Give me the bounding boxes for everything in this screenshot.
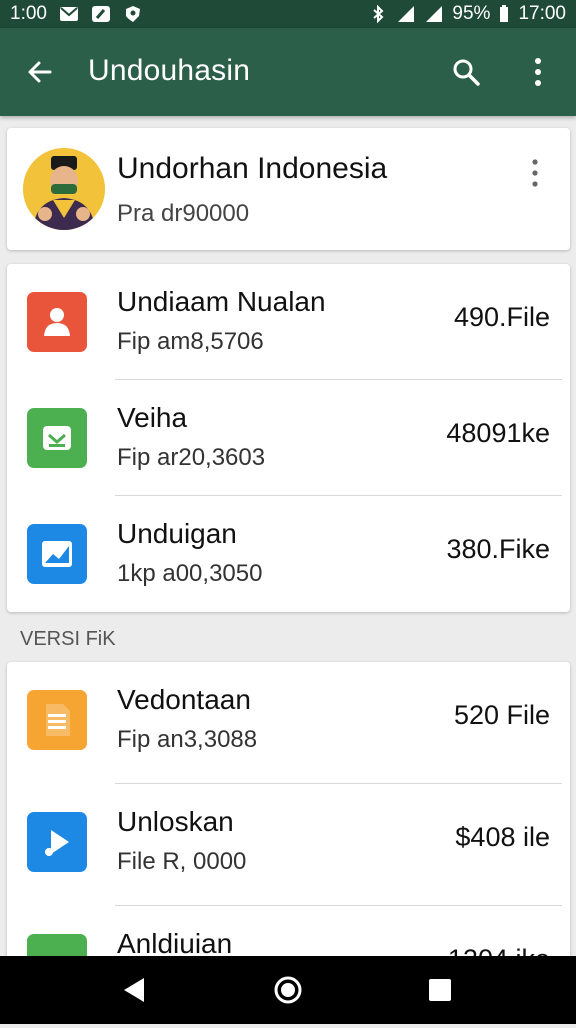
profile-name: Undorhan Indonesia	[117, 152, 388, 185]
mail-icon	[59, 7, 78, 21]
list-item[interactable]: Unduigan 1kp a00,3050 380.Fike	[7, 496, 570, 612]
battery-level: 95%	[452, 3, 491, 24]
avatar-illustration-icon	[23, 148, 105, 230]
person-icon	[27, 292, 87, 352]
signal-icon	[398, 6, 415, 22]
list-item-subtitle: Fip an3,3088	[117, 726, 258, 753]
inbox-icon	[27, 408, 87, 468]
status-bar: 1:00 95% 17:00	[0, 0, 576, 28]
list-item-subtitle: File R, 0000	[117, 848, 247, 875]
list-item-title: Unduigan	[117, 518, 237, 549]
list-item-title: Veiha	[117, 402, 188, 433]
app-bar: Undouhasin	[0, 28, 576, 116]
list-item-subtitle: Fip ar20,3603	[117, 444, 266, 471]
list-item[interactable]: Vedontaan Fip an3,3088 520 File	[7, 662, 570, 784]
search-icon[interactable]	[452, 58, 480, 86]
profile-subtitle: Pra dr90000	[117, 200, 250, 227]
chart-icon	[27, 524, 87, 584]
edit-icon	[91, 6, 110, 22]
section-header: VERSI FiK	[20, 628, 116, 650]
list-item-title: Unloskan	[117, 806, 234, 837]
file-list-secondary: Vedontaan Fip an3,3088 520 File Unloskan…	[7, 662, 570, 994]
list-item-count: 48091ke	[446, 418, 550, 448]
profile-card[interactable]: Undorhan Indonesia Pra dr90000	[7, 128, 570, 250]
battery-icon	[500, 5, 509, 22]
page-title: Undouhasin	[88, 54, 251, 87]
list-item-count: 380.Fike	[446, 534, 550, 564]
nav-home-icon[interactable]	[272, 974, 304, 1006]
status-time-right: 17:00	[518, 3, 566, 24]
list-item-count: 520 File	[453, 700, 550, 730]
list-item-title: Undiaam Nualan	[117, 286, 326, 317]
back-arrow-icon[interactable]	[26, 58, 54, 86]
list-item-title: Vedontaan	[117, 684, 251, 715]
list-item-subtitle: 1kp a00,3050	[117, 560, 263, 587]
document-icon	[27, 690, 87, 750]
shield-icon	[125, 6, 140, 22]
list-item-count: $408 ile	[455, 822, 550, 852]
profile-menu-icon[interactable]	[527, 158, 543, 188]
nav-recents-icon[interactable]	[424, 974, 456, 1006]
list-item[interactable]: Veiha Fip ar20,3603 48091ke	[7, 380, 570, 496]
avatar	[23, 148, 105, 230]
more-options-icon[interactable]	[528, 56, 548, 88]
file-list-primary: Undiaam Nualan Fip am8,5706 490.File Vei…	[7, 264, 570, 612]
nav-back-icon[interactable]	[118, 974, 150, 1006]
list-item-subtitle: Fip am8,5706	[117, 328, 264, 355]
status-time-left: 1:00	[10, 3, 47, 24]
list-item[interactable]: Unloskan File R, 0000 $408 ile	[7, 784, 570, 906]
play-icon	[27, 812, 87, 872]
bluetooth-icon	[373, 5, 384, 23]
navigation-bar	[0, 956, 576, 1024]
list-item-count: 490.File	[453, 302, 550, 332]
list-item[interactable]: Undiaam Nualan Fip am8,5706 490.File	[7, 264, 570, 380]
signal-2-icon	[426, 6, 443, 22]
